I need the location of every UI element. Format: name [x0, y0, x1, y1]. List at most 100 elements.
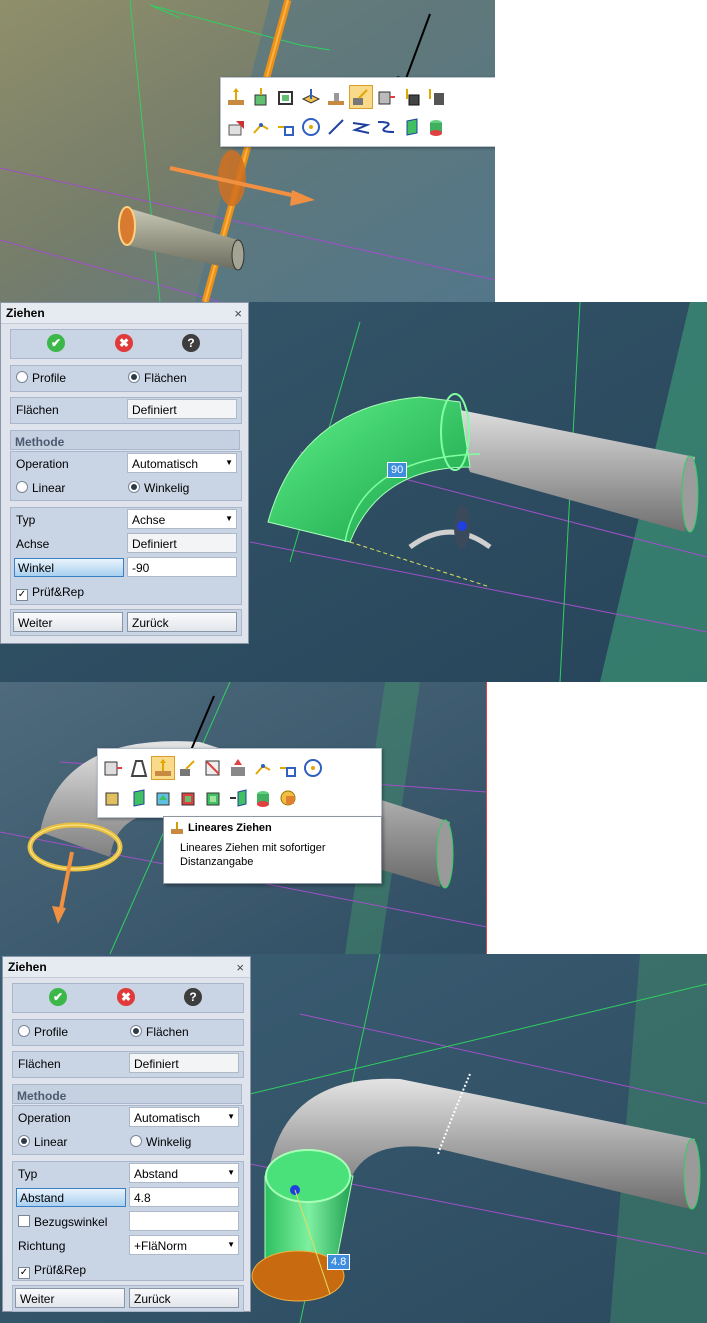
reference-angle-input[interactable]	[129, 1211, 239, 1231]
checkbox-checked-icon: ✓	[18, 1267, 30, 1279]
viewport-4[interactable]: 4.8 Ziehen × ✔ ✖ ? Profile Flächen Fläch…	[0, 954, 707, 1323]
extrude-angle-icon[interactable]	[349, 85, 373, 109]
tooltip-title-text: Lineares Ziehen	[188, 822, 272, 834]
radio-angular[interactable]: Winkelig	[128, 481, 189, 495]
type-select[interactable]: Achse	[127, 509, 237, 529]
faces-field[interactable]: Definiert	[127, 399, 237, 419]
corner-square-icon[interactable]	[277, 757, 299, 779]
check-repair-checkbox[interactable]: ✓ Prüf&Rep	[16, 585, 84, 601]
s-curve-icon[interactable]	[375, 116, 397, 138]
radio-linear[interactable]: Linear	[18, 1135, 67, 1149]
back-button[interactable]: Zurück	[129, 1288, 239, 1308]
green-cylinder-icon[interactable]	[425, 116, 447, 138]
faces-label: Flächen	[18, 1057, 61, 1071]
cancel-x-icon[interactable]: ✖	[117, 988, 135, 1006]
section-methode: Methode	[10, 430, 240, 450]
radio-icon	[18, 1135, 30, 1147]
toolbar-top-row-1	[221, 83, 450, 111]
radio-faces-label: Flächen	[146, 1025, 189, 1039]
help-icon[interactable]: ?	[182, 334, 200, 352]
reference-angle-checkbox[interactable]: Bezugswinkel	[18, 1215, 107, 1229]
viewport-1[interactable]	[0, 0, 495, 302]
extrude-dialog-linear: Ziehen × ✔ ✖ ? Profile Flächen Flächen D…	[2, 956, 251, 1312]
circle-center-icon[interactable]	[300, 116, 322, 138]
face-arrow-icon[interactable]	[202, 757, 224, 779]
viewport-2[interactable]: 90 Ziehen × ✔ ✖ ? Profile Flächen Fläche…	[0, 302, 707, 682]
radio-angular-label: Winkelig	[146, 1135, 192, 1149]
yellow-shape-icon[interactable]	[277, 787, 299, 809]
direction-select[interactable]: +FläNorm	[129, 1235, 239, 1255]
green-cylinder-icon[interactable]	[252, 787, 274, 809]
point-line-icon[interactable]	[252, 757, 274, 779]
operation-label: Operation	[16, 457, 69, 471]
extrude-angle-icon[interactable]	[177, 757, 199, 779]
radio-faces-label: Flächen	[144, 371, 187, 385]
circle-center-icon[interactable]	[302, 757, 324, 779]
radio-profile-label: Profile	[34, 1025, 69, 1039]
operation-select[interactable]: Automatisch	[127, 453, 237, 473]
arrow-panel-icon[interactable]	[227, 787, 249, 809]
extrude-down-icon[interactable]	[400, 86, 422, 108]
cube-arrow-icon[interactable]	[152, 787, 174, 809]
check-repair-checkbox[interactable]: ✓ Prüf&Rep	[18, 1263, 86, 1279]
distance-value-badge[interactable]: 4.8	[327, 1254, 351, 1270]
green-panel-icon[interactable]	[400, 116, 422, 138]
red-cube-icon[interactable]	[177, 787, 199, 809]
flip-height-icon[interactable]	[227, 757, 249, 779]
distance-input[interactable]: 4.8	[129, 1187, 239, 1207]
extrude-box-icon[interactable]	[250, 86, 272, 108]
ok-check-icon[interactable]: ✔	[49, 988, 67, 1006]
eraser-face-icon[interactable]	[225, 116, 247, 138]
close-icon[interactable]: ×	[234, 306, 242, 321]
ok-check-icon[interactable]: ✔	[47, 334, 65, 352]
profile-faces-group: Profile Flächen	[10, 365, 242, 392]
next-button[interactable]: Weiter	[15, 1288, 125, 1308]
extrude-down-block-icon[interactable]	[425, 86, 447, 108]
radio-icon	[130, 1135, 142, 1147]
extrude-step-icon[interactable]	[325, 86, 347, 108]
point-line-icon[interactable]	[250, 116, 272, 138]
dialog-title: Ziehen	[6, 306, 45, 320]
type-label: Typ	[18, 1167, 38, 1181]
green-cube-icon[interactable]	[202, 787, 224, 809]
cancel-x-icon[interactable]: ✖	[115, 334, 133, 352]
zigzag-line-icon[interactable]	[350, 116, 372, 138]
nav-group: Weiter Zurück	[12, 1285, 244, 1312]
extrude-frame-icon[interactable]	[275, 86, 297, 108]
viewport-3[interactable]: Lineares Ziehen Lineares Ziehen mit sofo…	[0, 682, 487, 954]
distance-button[interactable]: Abstand	[16, 1188, 126, 1207]
angle-value-badge[interactable]: 90	[387, 462, 408, 478]
back-button[interactable]: Zurück	[127, 612, 237, 632]
next-button[interactable]: Weiter	[13, 612, 123, 632]
linear-extrude-icon[interactable]	[151, 756, 175, 780]
toolbar-extrude-top	[220, 77, 495, 147]
axis-label: Achse	[16, 537, 50, 551]
tooltip-title: Lineares Ziehen	[170, 821, 375, 835]
linear-extrude-icon[interactable]	[225, 86, 247, 108]
radio-faces[interactable]: Flächen	[128, 371, 187, 385]
radio-angular[interactable]: Winkelig	[130, 1135, 191, 1149]
radio-profile[interactable]: Profile	[18, 1025, 68, 1039]
radio-faces[interactable]: Flächen	[130, 1025, 189, 1039]
radio-linear[interactable]: Linear	[16, 481, 65, 495]
operation-select[interactable]: Automatisch	[129, 1107, 239, 1127]
close-icon[interactable]: ×	[236, 960, 244, 975]
dialog-action-bar: ✔ ✖ ?	[10, 329, 242, 359]
box-face-icon[interactable]	[102, 787, 124, 809]
revolve-outline-icon[interactable]	[127, 757, 149, 779]
diagonal-line-icon[interactable]	[325, 116, 347, 138]
angle-input[interactable]: -90	[127, 557, 237, 577]
radio-profile-label: Profile	[32, 371, 67, 385]
axis-field[interactable]: Definiert	[127, 533, 237, 553]
type-select[interactable]: Abstand	[129, 1163, 239, 1183]
extrude-plane-icon[interactable]	[300, 86, 322, 108]
corner-square-icon[interactable]	[275, 116, 297, 138]
extrude-block-icon[interactable]	[375, 86, 397, 108]
checkbox-checked-icon: ✓	[16, 589, 28, 601]
radio-profile[interactable]: Profile	[16, 371, 66, 385]
green-panel-icon[interactable]	[127, 787, 149, 809]
extrude-face-icon[interactable]	[102, 757, 124, 779]
help-icon[interactable]: ?	[184, 988, 202, 1006]
faces-field[interactable]: Definiert	[129, 1053, 239, 1073]
angle-button[interactable]: Winkel	[14, 558, 124, 577]
